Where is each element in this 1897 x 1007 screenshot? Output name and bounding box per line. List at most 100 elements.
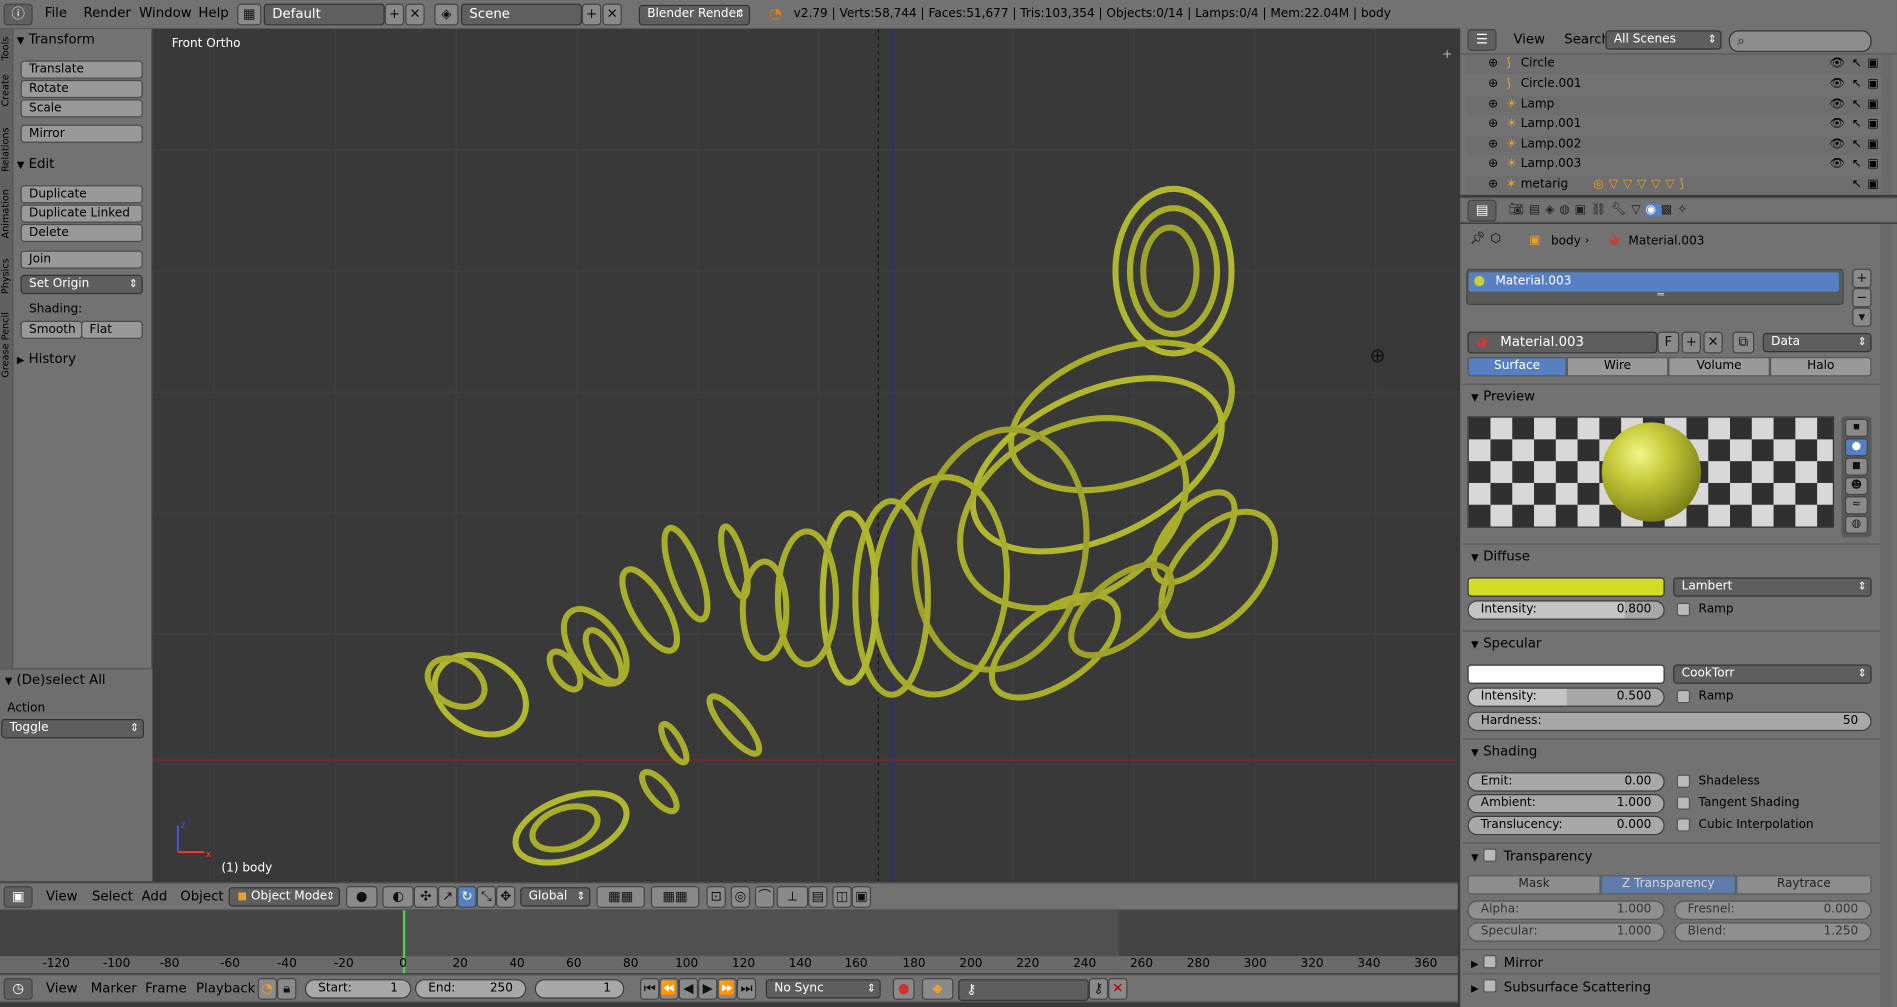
add-layout-icon[interactable]: + — [384, 3, 405, 26]
info-icon[interactable]: ⓘ — [3, 3, 33, 26]
outliner-row[interactable]: ⊕ ☀︎ Lamp.002 👁︎ ↖ ▣ — [1466, 135, 1882, 155]
start-frame-field[interactable]: Start: 1 — [304, 979, 412, 999]
specular-ramp-checkbox[interactable] — [1676, 689, 1691, 704]
lock-range-icon[interactable]: 🔒︎ — [277, 978, 297, 1000]
insert-keyframe-icon[interactable]: ⚷ — [1088, 978, 1109, 1000]
cursor-icon[interactable]: ↖ — [1852, 136, 1862, 155]
timeline-menu-frame[interactable]: Frame — [145, 980, 186, 996]
tangent-shading-checkbox[interactable] — [1676, 796, 1691, 810]
material-slot-row[interactable]: ● Material.003 — [1468, 272, 1839, 292]
jump-keyframe-back-icon[interactable]: ⏪ — [659, 978, 679, 1000]
layers-a-icon[interactable]: ▦▦ — [596, 886, 645, 908]
preview-world-icon[interactable]: ◍ — [1844, 515, 1868, 534]
cursor-icon[interactable]: ↖ — [1852, 155, 1862, 174]
set-origin-dropdown[interactable]: Set Origin — [20, 274, 143, 295]
remove-slot-icon[interactable]: − — [1852, 288, 1872, 308]
outliner-menu-search[interactable]: Search — [1564, 31, 1610, 47]
cubic-interpolation-checkbox[interactable] — [1676, 818, 1691, 832]
sync-dropdown[interactable]: No Sync — [765, 979, 881, 999]
edit-panel-header[interactable]: ▼ Edit — [17, 156, 54, 172]
orientation-dropdown[interactable]: Global — [520, 887, 591, 907]
menu-object[interactable]: Object — [180, 888, 223, 904]
flat-button[interactable]: Flat — [81, 320, 143, 339]
data-tab-icon[interactable]: ▽ — [1631, 203, 1645, 216]
emit-field[interactable]: Emit: 0.00 — [1467, 772, 1665, 792]
properties-context-tabs[interactable]: 📷︎▤◈◍▣⛓︎🔧︎▽◉▩✧ — [1509, 200, 1727, 222]
layout-grid-icon[interactable]: ▦ — [237, 3, 262, 26]
particles-tab-icon[interactable]: ✧ — [1677, 203, 1692, 216]
eye-icon[interactable]: 👁︎ — [1830, 96, 1845, 115]
opengl-anim-icon[interactable]: ▣ — [851, 886, 872, 908]
sss-panel-header[interactable]: ▶ Subsurface Scattering — [1471, 978, 1651, 995]
proportional-edit-icon[interactable]: ◎ — [730, 886, 751, 908]
mirror-panel-header[interactable]: ▶ Mirror — [1471, 954, 1543, 971]
mirror-button[interactable]: Mirror — [20, 124, 143, 143]
manipulator-toggle-icon[interactable]: ✣ — [413, 886, 438, 908]
add-scene-icon[interactable]: + — [581, 3, 602, 26]
link-dropdown[interactable]: Data — [1762, 332, 1872, 353]
menu-view[interactable]: View — [46, 888, 78, 904]
transform-manip-icon[interactable]: ✥ — [496, 886, 516, 908]
eye-icon[interactable]: 👁︎ — [1830, 75, 1845, 94]
layout-field[interactable]: Default — [263, 3, 385, 26]
hardness-field[interactable]: Hardness: 50 — [1467, 711, 1872, 732]
diffuse-color-swatch[interactable] — [1467, 577, 1665, 597]
editor-type-icon[interactable]: ▣ — [3, 886, 33, 908]
smooth-button[interactable]: Smooth — [20, 320, 83, 339]
display-mode-dropdown[interactable]: All Scenes — [1605, 30, 1722, 50]
eye-icon[interactable]: 👁︎ — [1830, 115, 1845, 134]
diffuse-intensity-slider[interactable]: Intensity: 0.800 — [1467, 600, 1665, 620]
outliner-row[interactable]: ⊕ ☀︎ Lamp 👁︎ ↖ ▣ — [1466, 95, 1882, 115]
transparency-specular-field[interactable]: Specular: 1.000 — [1467, 922, 1665, 942]
material-tab-icon[interactable]: ◉ — [1645, 203, 1661, 217]
tab-animation[interactable]: Animation — [0, 184, 12, 245]
material-browse-icon[interactable]: ◕ — [1476, 334, 1488, 350]
constraint-tab-icon[interactable]: ⛓︎ — [1591, 203, 1611, 216]
render-icon[interactable]: ▣ — [1867, 176, 1878, 195]
diffuse-panel-header[interactable]: ▼ Diffuse — [1471, 548, 1530, 564]
timeline-menu-marker[interactable]: Marker — [91, 980, 137, 996]
world-tab-icon[interactable]: ◍ — [1559, 203, 1574, 216]
pin-icon[interactable]: 📌︎ — [1470, 232, 1485, 245]
deselect-all-header[interactable]: ▼ (De)select All — [5, 672, 106, 688]
duplicate-linked-button[interactable]: Duplicate Linked — [20, 204, 143, 223]
specular-intensity-slider[interactable]: Intensity: 0.500 — [1467, 687, 1665, 707]
keying-set-icon[interactable]: ◆ — [921, 978, 954, 1000]
history-panel-header[interactable]: ▶ History — [17, 351, 76, 367]
slot-specials-icon[interactable]: ▾ — [1852, 307, 1872, 327]
body-mesh-rings[interactable] — [154, 29, 1458, 881]
render-engine-dropdown[interactable]: Blender Render — [638, 4, 751, 26]
scale-button[interactable]: Scale — [20, 99, 143, 118]
3d-viewport[interactable]: Front Ortho z x (1) body ⊕ + — [153, 29, 1458, 882]
shading-panel-header[interactable]: ▼ Shading — [1471, 743, 1537, 759]
sss-checkbox[interactable] — [1483, 979, 1497, 993]
add-slot-icon[interactable]: + — [1852, 268, 1872, 289]
join-button[interactable]: Join — [20, 250, 143, 269]
layers-b-icon[interactable]: ▦▦ — [650, 886, 700, 908]
transparency-checkbox[interactable] — [1483, 848, 1497, 862]
outliner-row[interactable]: ⊕ ☀︎ Lamp.001 👁︎ ↖ ▣ — [1466, 114, 1882, 135]
outliner-scrollbar[interactable] — [1880, 54, 1893, 195]
render-preview-icon[interactable]: ▤ — [808, 886, 828, 908]
outliner-row[interactable]: ⊕ ⟆ Circle 👁︎ ↖ ▣ — [1466, 54, 1882, 74]
preview-range-icon[interactable]: ◔ — [257, 978, 278, 1000]
diffuse-shader-dropdown[interactable]: Lambert — [1673, 577, 1872, 597]
render-icon[interactable]: ▣ — [1867, 136, 1878, 155]
transparency-panel-header[interactable]: ▼ Transparency — [1471, 847, 1593, 864]
texture-tab-icon[interactable]: ▩ — [1661, 203, 1677, 216]
alpha-field[interactable]: Alpha: 1.000 — [1467, 900, 1665, 920]
new-material-icon[interactable]: + — [1681, 331, 1701, 354]
render-icon[interactable]: ▣ — [1867, 115, 1878, 134]
material-datablock-field[interactable]: ◕ Material.003 — [1467, 331, 1658, 354]
lock-layers-icon[interactable]: ⊡ — [706, 886, 726, 908]
outliner-menu-view[interactable]: View — [1513, 31, 1545, 47]
list-resize-grip-icon[interactable]: ═ — [1657, 289, 1664, 301]
specular-color-swatch[interactable] — [1467, 664, 1665, 684]
render-tab-icon[interactable]: 📷︎ — [1509, 203, 1529, 216]
scene-tab-icon[interactable]: ◈ — [1545, 203, 1559, 216]
properties-scrollbar[interactable] — [1880, 223, 1893, 1007]
current-frame-field[interactable]: 1 — [534, 979, 625, 999]
lamp-crosshair-icon[interactable]: ⊕ — [1369, 344, 1385, 367]
unlink-material-icon[interactable]: ✕ — [1703, 331, 1723, 354]
specular-shader-dropdown[interactable]: CookTorr — [1673, 664, 1872, 684]
